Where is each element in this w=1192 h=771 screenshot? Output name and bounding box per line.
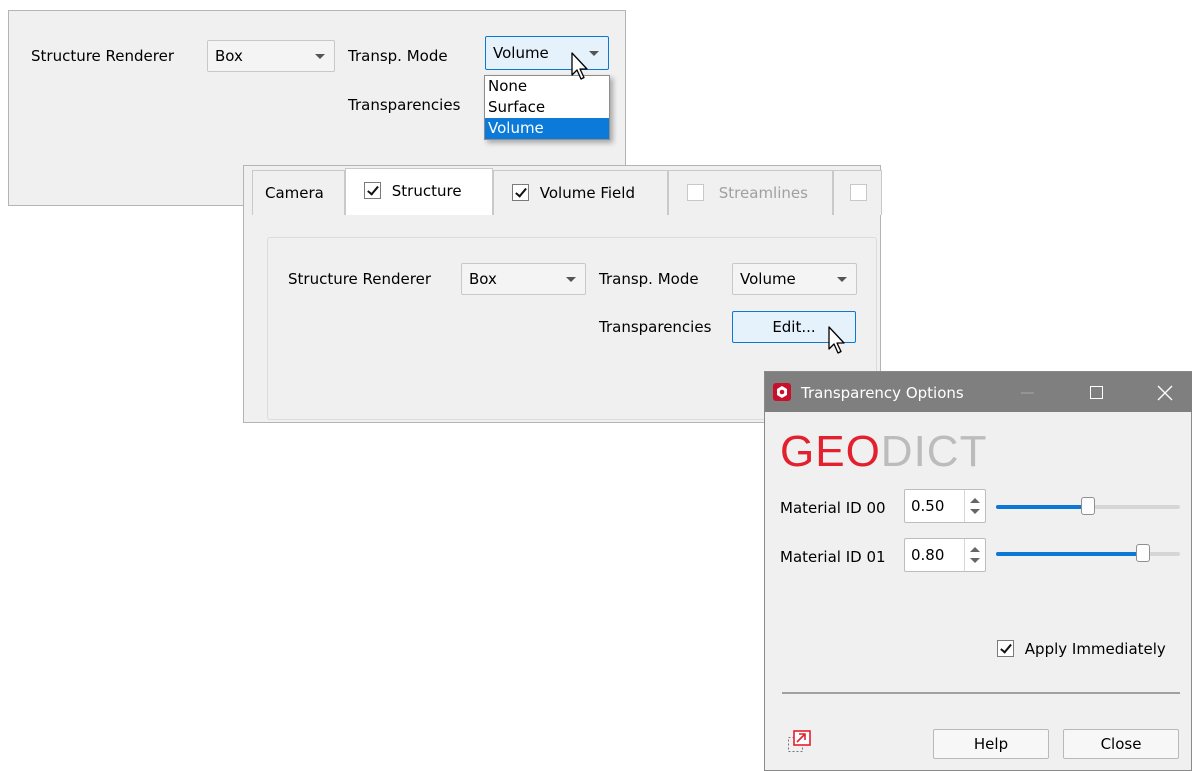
chevron-down-icon [837,277,847,282]
arrow-up-icon[interactable] [970,547,980,552]
undock-icon[interactable] [787,729,813,757]
cursor-arrow-icon [571,52,588,80]
tab-more-checkbox [850,184,867,201]
logo-dict: DICT [880,427,988,476]
combo-value: Volume [740,270,796,288]
arrow-down-icon[interactable] [970,558,980,563]
tab-volume-field[interactable]: Volume Field [493,170,668,215]
tab-more [833,170,882,215]
dialog-titlebar[interactable]: Transparency Options [765,372,1192,412]
dialog-title: Transparency Options [801,384,964,402]
minimize-icon[interactable] [1021,386,1035,400]
checkbox-box[interactable] [997,640,1014,657]
slider-handle[interactable] [1081,497,1095,515]
chevron-down-icon [315,54,325,59]
checkmark-icon [1000,641,1012,654]
dropdown-option-surface[interactable]: Surface [485,97,609,118]
slider-fill [996,552,1144,556]
combo-value: Box [215,47,243,65]
structure-renderer-label: Structure Renderer [288,270,432,288]
arrow-up-icon[interactable] [970,498,980,503]
material-01-label: Material ID 01 [780,548,886,566]
spinbox-value: 0.80 [911,546,945,564]
tab-streamlines-checkbox [687,184,704,201]
material-00-label: Material ID 00 [780,499,886,517]
structure-renderer-combo[interactable]: Box [461,263,586,295]
tab-structure[interactable]: Structure [345,168,493,215]
spinbox-stepper[interactable] [964,490,985,522]
maximize-icon[interactable] [1090,386,1104,400]
tab-streamlines: Streamlines [668,170,833,215]
dropdown-option-volume[interactable]: Volume [485,118,609,139]
apply-immediately-label: Apply Immediately [1024,640,1166,658]
structure-renderer-label: Structure Renderer [31,47,175,65]
logo-geo: GEO [780,427,881,476]
transparencies-label: Transparencies [599,318,712,336]
checkmark-icon [515,185,527,198]
help-button[interactable]: Help [933,729,1049,759]
tab-label: Camera [265,184,324,202]
structure-renderer-combo[interactable]: Box [207,40,335,72]
apply-immediately-checkbox[interactable]: Apply Immediately [997,640,1166,658]
tab-label: Streamlines [718,184,808,202]
spinbox-value: 0.50 [911,497,945,515]
transparencies-label: Transparencies [348,96,461,114]
arrow-down-icon[interactable] [970,509,980,514]
transp-mode-combo[interactable]: Volume [732,263,857,295]
tab-bar: Camera Structure Volume Field Streamline… [252,168,882,215]
tab-structure-checkbox[interactable] [364,182,381,199]
slider-fill [996,505,1088,509]
transp-mode-label: Transp. Mode [348,47,448,65]
tab-camera[interactable]: Camera [252,170,345,215]
slider-handle[interactable] [1136,544,1151,562]
transp-mode-dropdown-list: None Surface Volume [484,75,610,140]
material-00-spinbox[interactable]: 0.50 [904,489,986,523]
transparency-options-dialog: Transparency Options GEODICT Material ID… [764,371,1192,771]
tab-label: Volume Field [539,184,635,202]
tab-volume-field-checkbox[interactable] [512,184,529,201]
cursor-arrow-icon [828,326,845,354]
material-01-slider[interactable] [996,544,1180,562]
material-01-spinbox[interactable]: 0.80 [904,538,986,572]
combo-value: Box [469,270,497,288]
checkmark-icon [367,183,379,196]
app-logo-icon [773,383,791,401]
combo-value: Volume [493,44,549,62]
geodict-logo: GEODICT [780,427,987,477]
spinbox-stepper[interactable] [964,539,985,571]
close-button[interactable]: Close [1063,729,1179,759]
chevron-down-icon [566,277,576,282]
material-00-slider[interactable] [996,497,1180,515]
tab-label: Structure [391,182,462,200]
dialog-divider [782,692,1180,694]
transp-mode-label: Transp. Mode [599,270,699,288]
close-icon[interactable] [1157,385,1173,401]
